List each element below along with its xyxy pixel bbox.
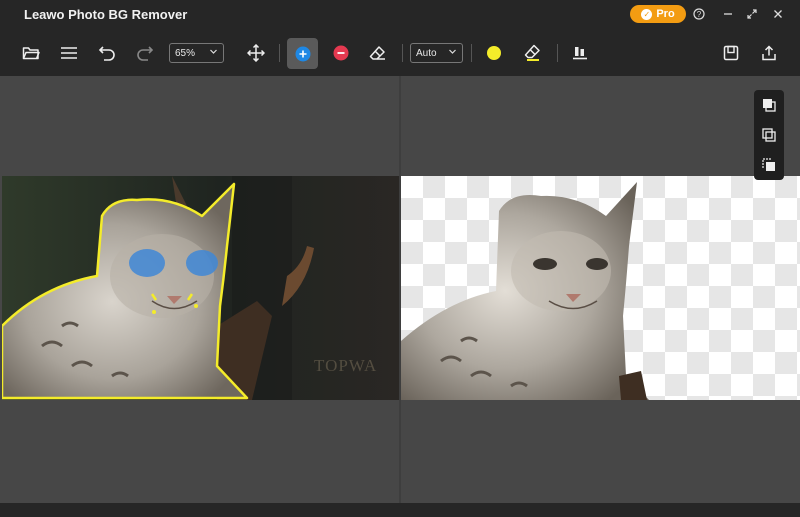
- pro-button[interactable]: ✓ Pro: [630, 5, 686, 23]
- chevron-down-icon: [209, 47, 218, 59]
- remove-brush-icon[interactable]: [327, 39, 355, 67]
- svg-text:?: ?: [697, 10, 702, 19]
- redo-icon[interactable]: [131, 39, 159, 67]
- toolbar-divider: [279, 44, 280, 62]
- layers-icon[interactable]: [759, 155, 779, 175]
- export-icon[interactable]: [755, 39, 783, 67]
- title-bar: Leawo Photo BG Remover ✓ Pro ?: [0, 0, 800, 30]
- close-icon[interactable]: [770, 6, 786, 22]
- eraser-fill-icon[interactable]: [519, 39, 547, 67]
- workspace: TOPWA: [0, 76, 800, 503]
- undo-icon[interactable]: [93, 39, 121, 67]
- expand-icon[interactable]: [744, 6, 760, 22]
- color-dot-icon[interactable]: [480, 39, 508, 67]
- add-brush-icon[interactable]: [287, 38, 318, 69]
- brush-mode-value: Auto: [416, 47, 437, 59]
- move-icon[interactable]: [242, 39, 270, 67]
- eraser-icon[interactable]: [364, 39, 392, 67]
- view-tools-panel: [754, 90, 784, 180]
- toolbar-divider: [402, 44, 403, 62]
- status-bar: [0, 503, 800, 517]
- help-icon[interactable]: ?: [691, 6, 707, 22]
- pro-icon: ✓: [641, 8, 653, 20]
- brush-mode-select[interactable]: Auto: [410, 43, 463, 63]
- folder-open-icon[interactable]: [17, 39, 45, 67]
- toolbar-divider: [471, 44, 472, 62]
- toolbar: 65% Auto: [0, 30, 800, 76]
- zoom-select[interactable]: 65%: [169, 43, 224, 63]
- result-preview-canvas[interactable]: [401, 176, 800, 400]
- menu-icon[interactable]: [55, 39, 83, 67]
- zoom-value: 65%: [175, 47, 196, 59]
- duplicate-icon[interactable]: [759, 125, 779, 145]
- chevron-down-icon: [448, 47, 457, 59]
- image-watermark: TOPWA: [314, 356, 378, 375]
- align-icon[interactable]: [566, 39, 594, 67]
- save-icon[interactable]: [717, 39, 745, 67]
- app-title: Leawo Photo BG Remover: [24, 7, 188, 22]
- toolbar-divider: [557, 44, 558, 62]
- copy-icon[interactable]: [759, 95, 779, 115]
- minimize-icon[interactable]: [720, 6, 736, 22]
- pro-label: Pro: [656, 8, 675, 20]
- lynx-photo-cutout: [401, 182, 649, 400]
- original-image-canvas[interactable]: TOPWA: [2, 176, 399, 400]
